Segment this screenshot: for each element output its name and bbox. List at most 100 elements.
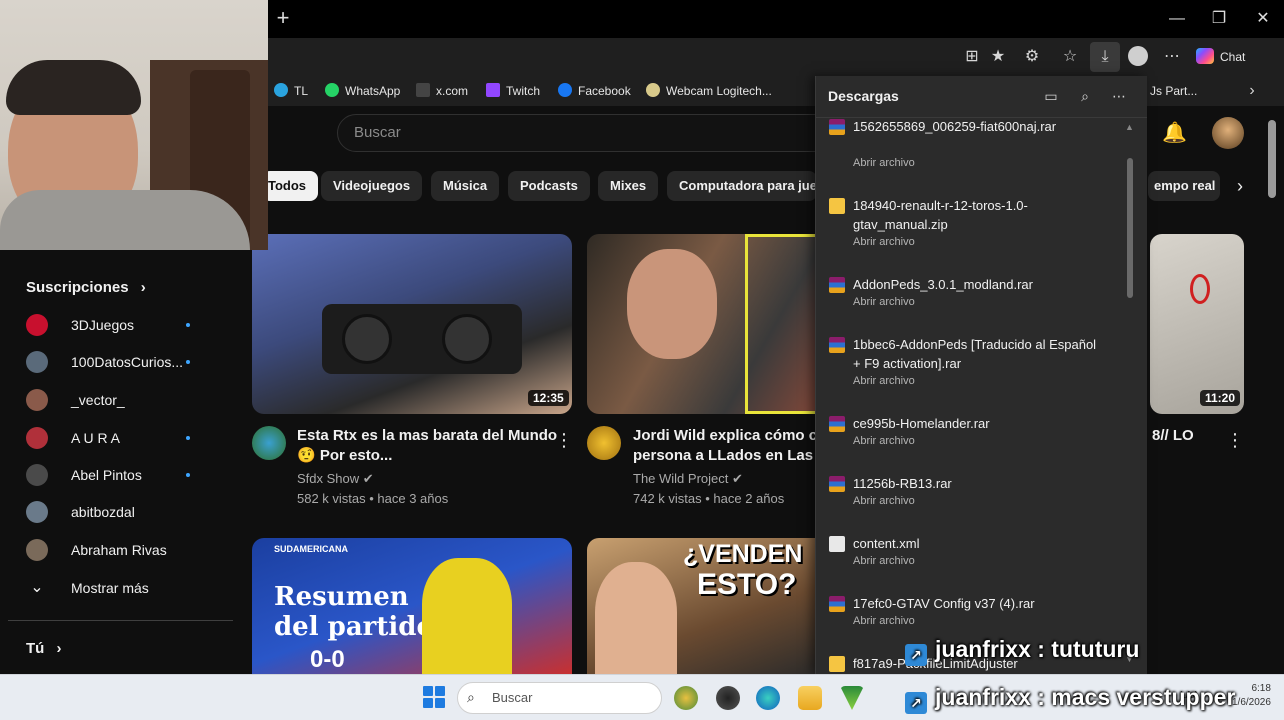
video-title[interactable]: Jordi Wild explica cómo co persona a LLad… [633, 426, 827, 466]
video-thumbnail[interactable] [252, 234, 572, 414]
bookmark-tl[interactable]: TL [274, 82, 308, 100]
thumb-text: del partido [274, 612, 434, 642]
download-filename: ce995b-Homelander.rar [853, 416, 990, 431]
extensions-icon[interactable]: ⚙ [1020, 46, 1044, 68]
download-filename: 184940-renault-r-12-toros-1.0-gtav_manua… [853, 198, 1028, 232]
start-button[interactable] [423, 686, 445, 708]
youtube-avatar[interactable] [1212, 117, 1244, 149]
chip-videojuegos[interactable]: Videojuegos [321, 171, 423, 201]
sidebar-channel[interactable]: Abel Pintos [26, 464, 226, 488]
frame-image [745, 234, 825, 414]
face-image [595, 562, 677, 674]
show-more-button[interactable]: ⌄ Mostrar más [26, 577, 226, 601]
fan-image [442, 314, 492, 364]
channel-avatar[interactable] [252, 426, 286, 460]
apps-icon[interactable]: ⊞ [960, 46, 984, 68]
channel-avatar [26, 501, 48, 523]
chevron-right-icon: › [140, 279, 146, 296]
webcam-icon [646, 83, 660, 97]
page-scrollbar[interactable] [1268, 120, 1276, 198]
chip-mixes[interactable]: Mixes [598, 171, 659, 201]
app-icon[interactable] [716, 686, 740, 710]
bookmark-facebook[interactable]: Facebook [558, 82, 631, 100]
new-content-dot [186, 436, 190, 440]
webcam-overlay [0, 0, 268, 250]
bookmark-twitch[interactable]: Twitch [486, 82, 540, 100]
channel-avatar [26, 389, 48, 411]
video-duration: 11:20 [1200, 390, 1241, 406]
notifications-bell-icon[interactable]: 🔔 [1162, 120, 1187, 146]
you-section-header[interactable]: Tú › [26, 640, 62, 657]
new-content-dot [186, 323, 190, 327]
search-icon[interactable]: ⌕ [1075, 87, 1095, 105]
open-file-link[interactable]: Abrir archivo [853, 435, 915, 447]
subscriptions-header[interactable]: Suscripciones › [26, 279, 146, 296]
facebook-icon [558, 83, 572, 97]
sidebar-channel[interactable]: A U R A [26, 427, 226, 451]
video-menu-icon[interactable]: ⋮ [1226, 430, 1244, 451]
video-meta: 582 k vistas • hace 3 años [297, 491, 449, 506]
chat-message: ↗ juanfrixx : tututuru [905, 632, 1139, 666]
open-file-link[interactable]: Abrir archivo [853, 236, 915, 248]
video-duration: 12:35 [528, 390, 569, 406]
open-file-link[interactable]: Abrir archivo [853, 296, 915, 308]
favorites-icon[interactable]: ☆ [1058, 46, 1082, 68]
app-icon[interactable] [674, 686, 698, 710]
video-channel[interactable]: Sfdx Show ✔ [297, 471, 374, 487]
video-menu-icon[interactable]: ⋮ [555, 430, 573, 451]
downloads-title: Descargas [828, 88, 899, 104]
open-file-link[interactable]: Abrir archivo [853, 615, 915, 627]
download-filename: content.xml [853, 536, 920, 551]
sidebar-channel[interactable]: _vector_ [26, 389, 226, 413]
face-image [627, 249, 717, 359]
bookmark-x[interactable]: x.com [416, 82, 468, 100]
copilot-chat-button[interactable]: Chat [1196, 46, 1245, 68]
chips-next-icon[interactable]: › [1228, 174, 1252, 198]
video-title[interactable]: Esta Rtx es la mas barata del Mundo 🤨 Por… [297, 426, 557, 466]
chip-computadora[interactable]: Computadora para jue [667, 171, 817, 201]
video-title[interactable]: 8// LO [1152, 426, 1194, 446]
video-thumbnail[interactable] [1150, 234, 1244, 414]
telegram-icon [274, 83, 288, 97]
more-menu-icon[interactable]: ⋯ [1160, 46, 1184, 68]
video-thumbnail[interactable]: ¿VENDEN ESTO? [587, 538, 827, 674]
profile-avatar[interactable] [1128, 46, 1148, 66]
file-explorer-icon[interactable] [798, 686, 822, 710]
bookmarks-next-icon[interactable]: › [1240, 80, 1264, 102]
close-button[interactable]: ✕ [1248, 8, 1278, 30]
chip-musica[interactable]: Música [431, 171, 500, 201]
new-tab-button[interactable]: + [272, 7, 294, 30]
open-file-link[interactable]: Abrir archivo [853, 157, 915, 169]
taskbar-search[interactable]: Buscar [457, 682, 662, 714]
bookmark-webcam[interactable]: Webcam Logitech... [646, 82, 772, 100]
youtube-search-input[interactable]: Buscar [337, 114, 857, 152]
bookmark-overflow[interactable]: Js Part... [1150, 82, 1197, 100]
open-file-link[interactable]: Abrir archivo [853, 555, 915, 567]
chip-todos[interactable]: Todos [262, 171, 319, 201]
open-file-link[interactable]: Abrir archivo [853, 375, 915, 387]
sidebar-channel[interactable]: 100DatosCurios... [26, 351, 226, 375]
video-channel[interactable]: The Wild Project ✔ [633, 471, 743, 487]
scroll-up-icon[interactable]: ▲ [1125, 122, 1134, 132]
chip-tiempo-real[interactable]: empo real [1148, 171, 1220, 201]
system-clock[interactable]: 6:18 1/6/2026 [1232, 682, 1271, 710]
favorite-star-icon[interactable]: ★ [986, 46, 1010, 68]
video-thumbnail[interactable]: SUDAMERICANA Resumen del partido 0-0 [252, 538, 572, 674]
chat-badge-icon: ↗ [905, 644, 927, 666]
open-folder-icon[interactable]: ▭ [1041, 87, 1061, 105]
thumb-text: 0-0 [310, 646, 345, 673]
minimize-button[interactable]: — [1162, 8, 1192, 30]
edge-icon[interactable] [756, 686, 780, 710]
bookmark-whatsapp[interactable]: WhatsApp [325, 82, 400, 100]
sidebar-channel[interactable]: abitbozdal [26, 501, 226, 525]
sidebar-channel[interactable]: 3DJuegos [26, 314, 226, 338]
maximize-button[interactable]: ❐ [1204, 8, 1234, 30]
downloads-scrollbar[interactable] [1127, 158, 1133, 298]
open-file-link[interactable]: Abrir archivo [853, 495, 915, 507]
chip-podcasts[interactable]: Podcasts [508, 171, 590, 201]
video-thumbnail[interactable] [587, 234, 827, 414]
thumb-text: Resumen [274, 582, 409, 612]
sidebar-channel[interactable]: Abraham Rivas [26, 539, 226, 563]
more-options-icon[interactable]: ⋯ [1109, 87, 1129, 105]
channel-avatar[interactable] [587, 426, 621, 460]
